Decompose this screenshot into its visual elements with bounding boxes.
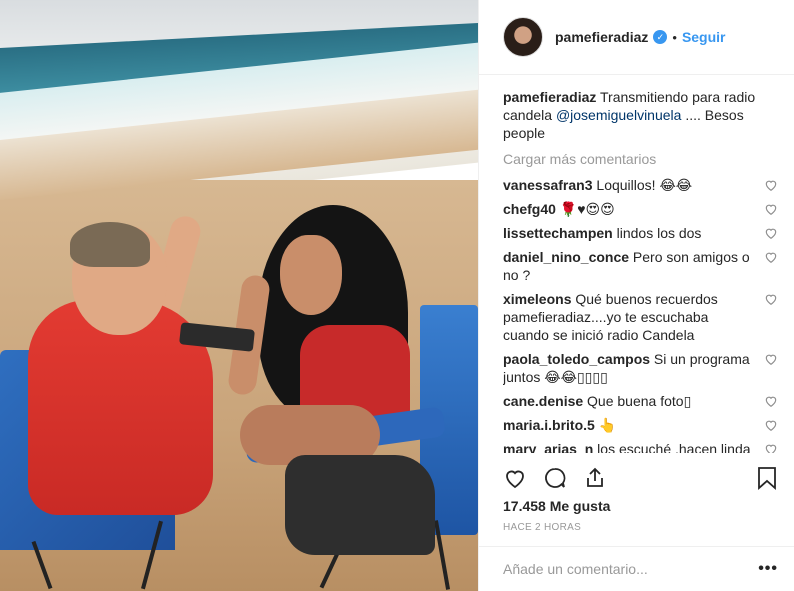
like-comment-heart-icon[interactable] bbox=[764, 178, 778, 192]
like-comment-heart-icon[interactable] bbox=[764, 418, 778, 432]
woman-face bbox=[280, 235, 342, 315]
comment-text: vanessafran3 Loquillos! 😂😂 bbox=[503, 176, 764, 194]
comments-list[interactable]: pamefieradiaz Transmitiendo para radio c… bbox=[503, 88, 778, 453]
comment-text: paola_toledo_campos Si un programa junto… bbox=[503, 350, 764, 386]
post-photo[interactable] bbox=[0, 0, 478, 591]
comment-username[interactable]: mary_arias_n bbox=[503, 441, 593, 453]
post-header: pamefieradiaz ✓ • Seguir bbox=[479, 0, 794, 75]
comment-body: lindos los dos bbox=[612, 225, 702, 241]
heart-icon[interactable] bbox=[503, 466, 527, 490]
comment-row: mary_arias_n los escuché ,hacen linda bbox=[503, 440, 778, 453]
instagram-post: pamefieradiaz ✓ • Seguir pamefieradiaz T… bbox=[0, 0, 794, 591]
bookmark-icon[interactable] bbox=[756, 466, 778, 490]
comment-username[interactable]: daniel_nino_conce bbox=[503, 249, 629, 265]
comment-body: 👆 bbox=[594, 417, 617, 433]
comment-body: los escuché ,hacen linda bbox=[593, 441, 751, 453]
caption-username[interactable]: pamefieradiaz bbox=[503, 89, 596, 105]
comment-username[interactable]: maria.i.brito.5 bbox=[503, 417, 595, 433]
add-comment-bar: Añade un comentario... ••• bbox=[479, 546, 794, 591]
more-options-icon[interactable]: ••• bbox=[758, 560, 778, 578]
comment-row: cane.denise Que buena foto▯ bbox=[503, 392, 778, 410]
comment-username[interactable]: chefg40 bbox=[503, 201, 556, 217]
like-comment-heart-icon[interactable] bbox=[764, 292, 778, 306]
comment-text: chefg40 🌹♥😍😍 bbox=[503, 200, 764, 218]
comment-body: Loquillos! 😂😂 bbox=[592, 177, 693, 193]
comment-body: Que buena foto▯ bbox=[583, 393, 692, 409]
comment-text: cane.denise Que buena foto▯ bbox=[503, 392, 764, 410]
verified-badge-icon: ✓ bbox=[653, 30, 668, 44]
comment-row: ximeleons Qué buenos recuerdos pamefiera… bbox=[503, 290, 778, 344]
like-comment-heart-icon[interactable] bbox=[764, 226, 778, 240]
like-comment-heart-icon[interactable] bbox=[764, 250, 778, 264]
add-comment-input[interactable]: Añade un comentario... bbox=[503, 561, 758, 577]
comment-text: lissettechampen lindos los dos bbox=[503, 224, 764, 242]
comment-username[interactable]: ximeleons bbox=[503, 291, 571, 307]
comment-rows: vanessafran3 Loquillos! 😂😂 chefg40 🌹♥😍😍 li… bbox=[503, 176, 778, 453]
comment-username[interactable]: cane.denise bbox=[503, 393, 583, 409]
post-timestamp[interactable]: HACE 2 HORAS bbox=[503, 522, 581, 533]
comment-row: chefg40 🌹♥😍😍 bbox=[503, 200, 778, 218]
caption-mention-link[interactable]: @josemiguelvinuela bbox=[556, 107, 682, 123]
like-comment-heart-icon[interactable] bbox=[764, 394, 778, 408]
comment-body: 🌹♥😍😍 bbox=[555, 201, 615, 217]
comment-text: ximeleons Qué buenos recuerdos pamefiera… bbox=[503, 290, 764, 344]
comment-username[interactable]: vanessafran3 bbox=[503, 177, 593, 193]
comment-text: daniel_nino_conce Pero son amigos o no ? bbox=[503, 248, 764, 284]
separator-dot: • bbox=[672, 29, 677, 45]
post-sidebar: pamefieradiaz ✓ • Seguir pamefieradiaz T… bbox=[478, 0, 794, 591]
avatar[interactable] bbox=[503, 17, 543, 57]
comment-username[interactable]: lissettechampen bbox=[503, 225, 613, 241]
comment-text: maria.i.brito.5 👆 bbox=[503, 416, 764, 434]
comment-row: maria.i.brito.5 👆 bbox=[503, 416, 778, 434]
comment-username[interactable]: paola_toledo_campos bbox=[503, 351, 650, 367]
dark-blanket bbox=[285, 455, 435, 555]
comment-row: daniel_nino_conce Pero son amigos o no ? bbox=[503, 248, 778, 284]
action-bar bbox=[503, 458, 778, 498]
comment-row: vanessafran3 Loquillos! 😂😂 bbox=[503, 176, 778, 194]
share-icon[interactable] bbox=[583, 466, 607, 490]
likes-count[interactable]: 17.458 Me gusta bbox=[503, 498, 610, 514]
like-comment-heart-icon[interactable] bbox=[764, 202, 778, 216]
comment-row: lissettechampen lindos los dos bbox=[503, 224, 778, 242]
header-username[interactable]: pamefieradiaz bbox=[555, 29, 648, 45]
follow-button[interactable]: Seguir bbox=[682, 29, 726, 45]
post-caption: pamefieradiaz Transmitiendo para radio c… bbox=[503, 88, 778, 142]
man-hair bbox=[70, 222, 150, 267]
comment-row: paola_toledo_campos Si un programa junto… bbox=[503, 350, 778, 386]
like-comment-heart-icon[interactable] bbox=[764, 442, 778, 453]
like-comment-heart-icon[interactable] bbox=[764, 352, 778, 366]
comment-text: mary_arias_n los escuché ,hacen linda bbox=[503, 440, 764, 453]
load-more-comments-button[interactable]: Cargar más comentarios bbox=[503, 150, 778, 168]
comment-icon[interactable] bbox=[543, 466, 567, 490]
